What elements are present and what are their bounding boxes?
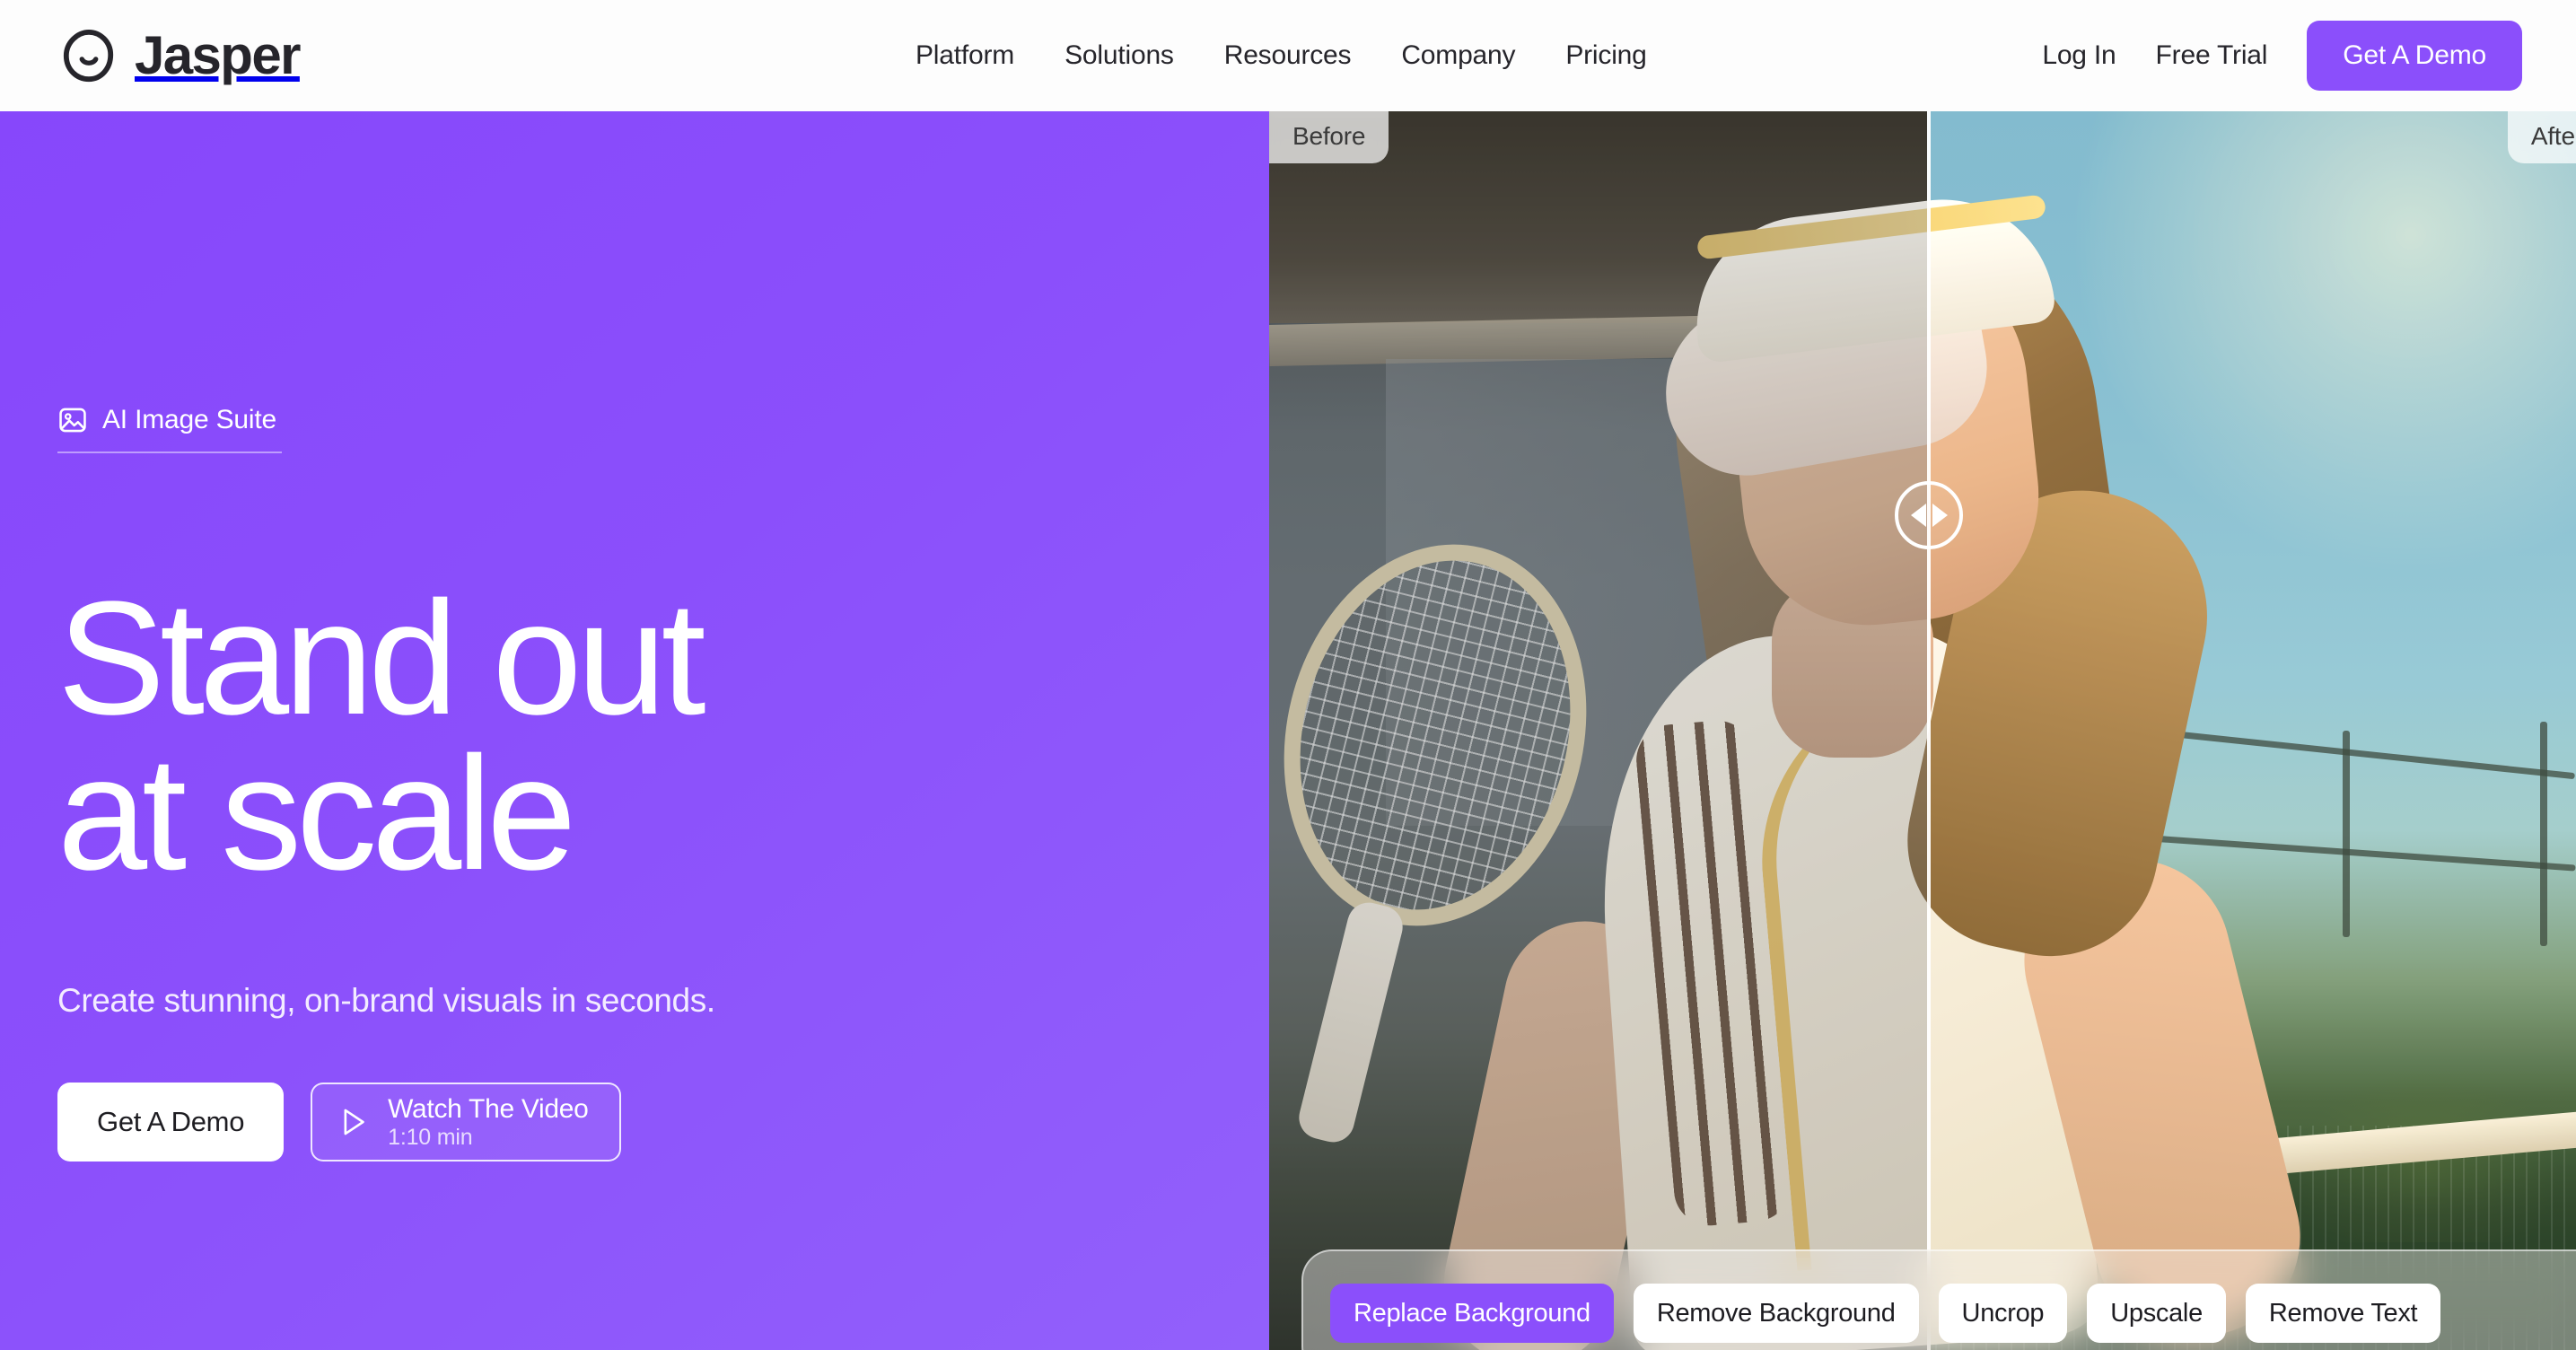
watch-the-video-button[interactable]: Watch The Video 1:10 min bbox=[311, 1083, 621, 1162]
before-label-chip: Before bbox=[1269, 111, 1389, 163]
hero-cta-row: Get A Demo Watch The Video 1:10 min bbox=[57, 1083, 621, 1162]
arrow-left-icon bbox=[1910, 504, 1926, 527]
nav-item-pricing[interactable]: Pricing bbox=[1565, 40, 1647, 71]
nav-item-platform[interactable]: Platform bbox=[916, 40, 1014, 71]
nav-item-company[interactable]: Company bbox=[1401, 40, 1515, 71]
compare-slider-handle[interactable] bbox=[1895, 481, 1963, 549]
video-button-title: Watch The Video bbox=[388, 1094, 589, 1125]
tennis-racket bbox=[1269, 512, 1626, 959]
hero-headline-line-2: at scale bbox=[57, 723, 576, 904]
after-label-chip: After bbox=[2507, 111, 2576, 163]
header-actions: Log In Free Trial Get A Demo bbox=[2042, 21, 2522, 91]
hero-headline: Stand out at scale bbox=[57, 568, 1045, 904]
hero-panel: AI Image Suite Stand out at scale Create… bbox=[0, 111, 1269, 1350]
hero-subheadline: Create stunning, on-brand visuals in sec… bbox=[57, 982, 715, 1019]
brand-name: Jasper bbox=[135, 25, 301, 85]
hero-eyebrow: AI Image Suite bbox=[57, 405, 282, 451]
racket-handle bbox=[1294, 898, 1407, 1147]
hero-get-a-demo-button[interactable]: Get A Demo bbox=[57, 1083, 285, 1162]
brand-logo[interactable]: Jasper bbox=[61, 25, 301, 85]
site-header: Jasper Platform Solutions Resources Comp… bbox=[0, 0, 2576, 111]
arrow-right-icon bbox=[1932, 504, 1948, 527]
tool-remove-background[interactable]: Remove Background bbox=[1633, 1284, 1919, 1343]
hero-headline-line-1: Stand out bbox=[57, 568, 706, 749]
video-button-labels: Watch The Video 1:10 min bbox=[388, 1094, 589, 1150]
nav-item-resources[interactable]: Resources bbox=[1224, 40, 1352, 71]
jasper-blob-smile-logo-icon bbox=[63, 29, 114, 83]
get-a-demo-button[interactable]: Get A Demo bbox=[2307, 21, 2522, 91]
hero-eyebrow-label: AI Image Suite bbox=[102, 405, 276, 434]
image-tools-toolbar: Replace Background Remove Background Unc… bbox=[1301, 1249, 2576, 1350]
image-icon bbox=[59, 408, 86, 433]
tool-replace-background[interactable]: Replace Background bbox=[1330, 1284, 1614, 1343]
tool-upscale[interactable]: Upscale bbox=[2087, 1284, 2226, 1343]
login-link[interactable]: Log In bbox=[2042, 40, 2116, 71]
compare-divider-line bbox=[1927, 111, 1931, 1350]
page-root: Jasper Platform Solutions Resources Comp… bbox=[0, 0, 2576, 1350]
play-icon bbox=[344, 1109, 364, 1135]
nav-item-solutions[interactable]: Solutions bbox=[1065, 40, 1174, 71]
hero-eyebrow-group: AI Image Suite bbox=[57, 405, 282, 453]
free-trial-link[interactable]: Free Trial bbox=[2156, 40, 2268, 71]
main-nav: Platform Solutions Resources Company Pri… bbox=[916, 40, 1647, 71]
hero-eyebrow-rule bbox=[57, 451, 282, 453]
video-button-duration: 1:10 min bbox=[388, 1124, 473, 1150]
before-after-compare[interactable]: Before After bbox=[1269, 111, 2576, 1350]
tool-uncrop[interactable]: Uncrop bbox=[1938, 1284, 2068, 1343]
tool-remove-text[interactable]: Remove Text bbox=[2245, 1284, 2441, 1343]
